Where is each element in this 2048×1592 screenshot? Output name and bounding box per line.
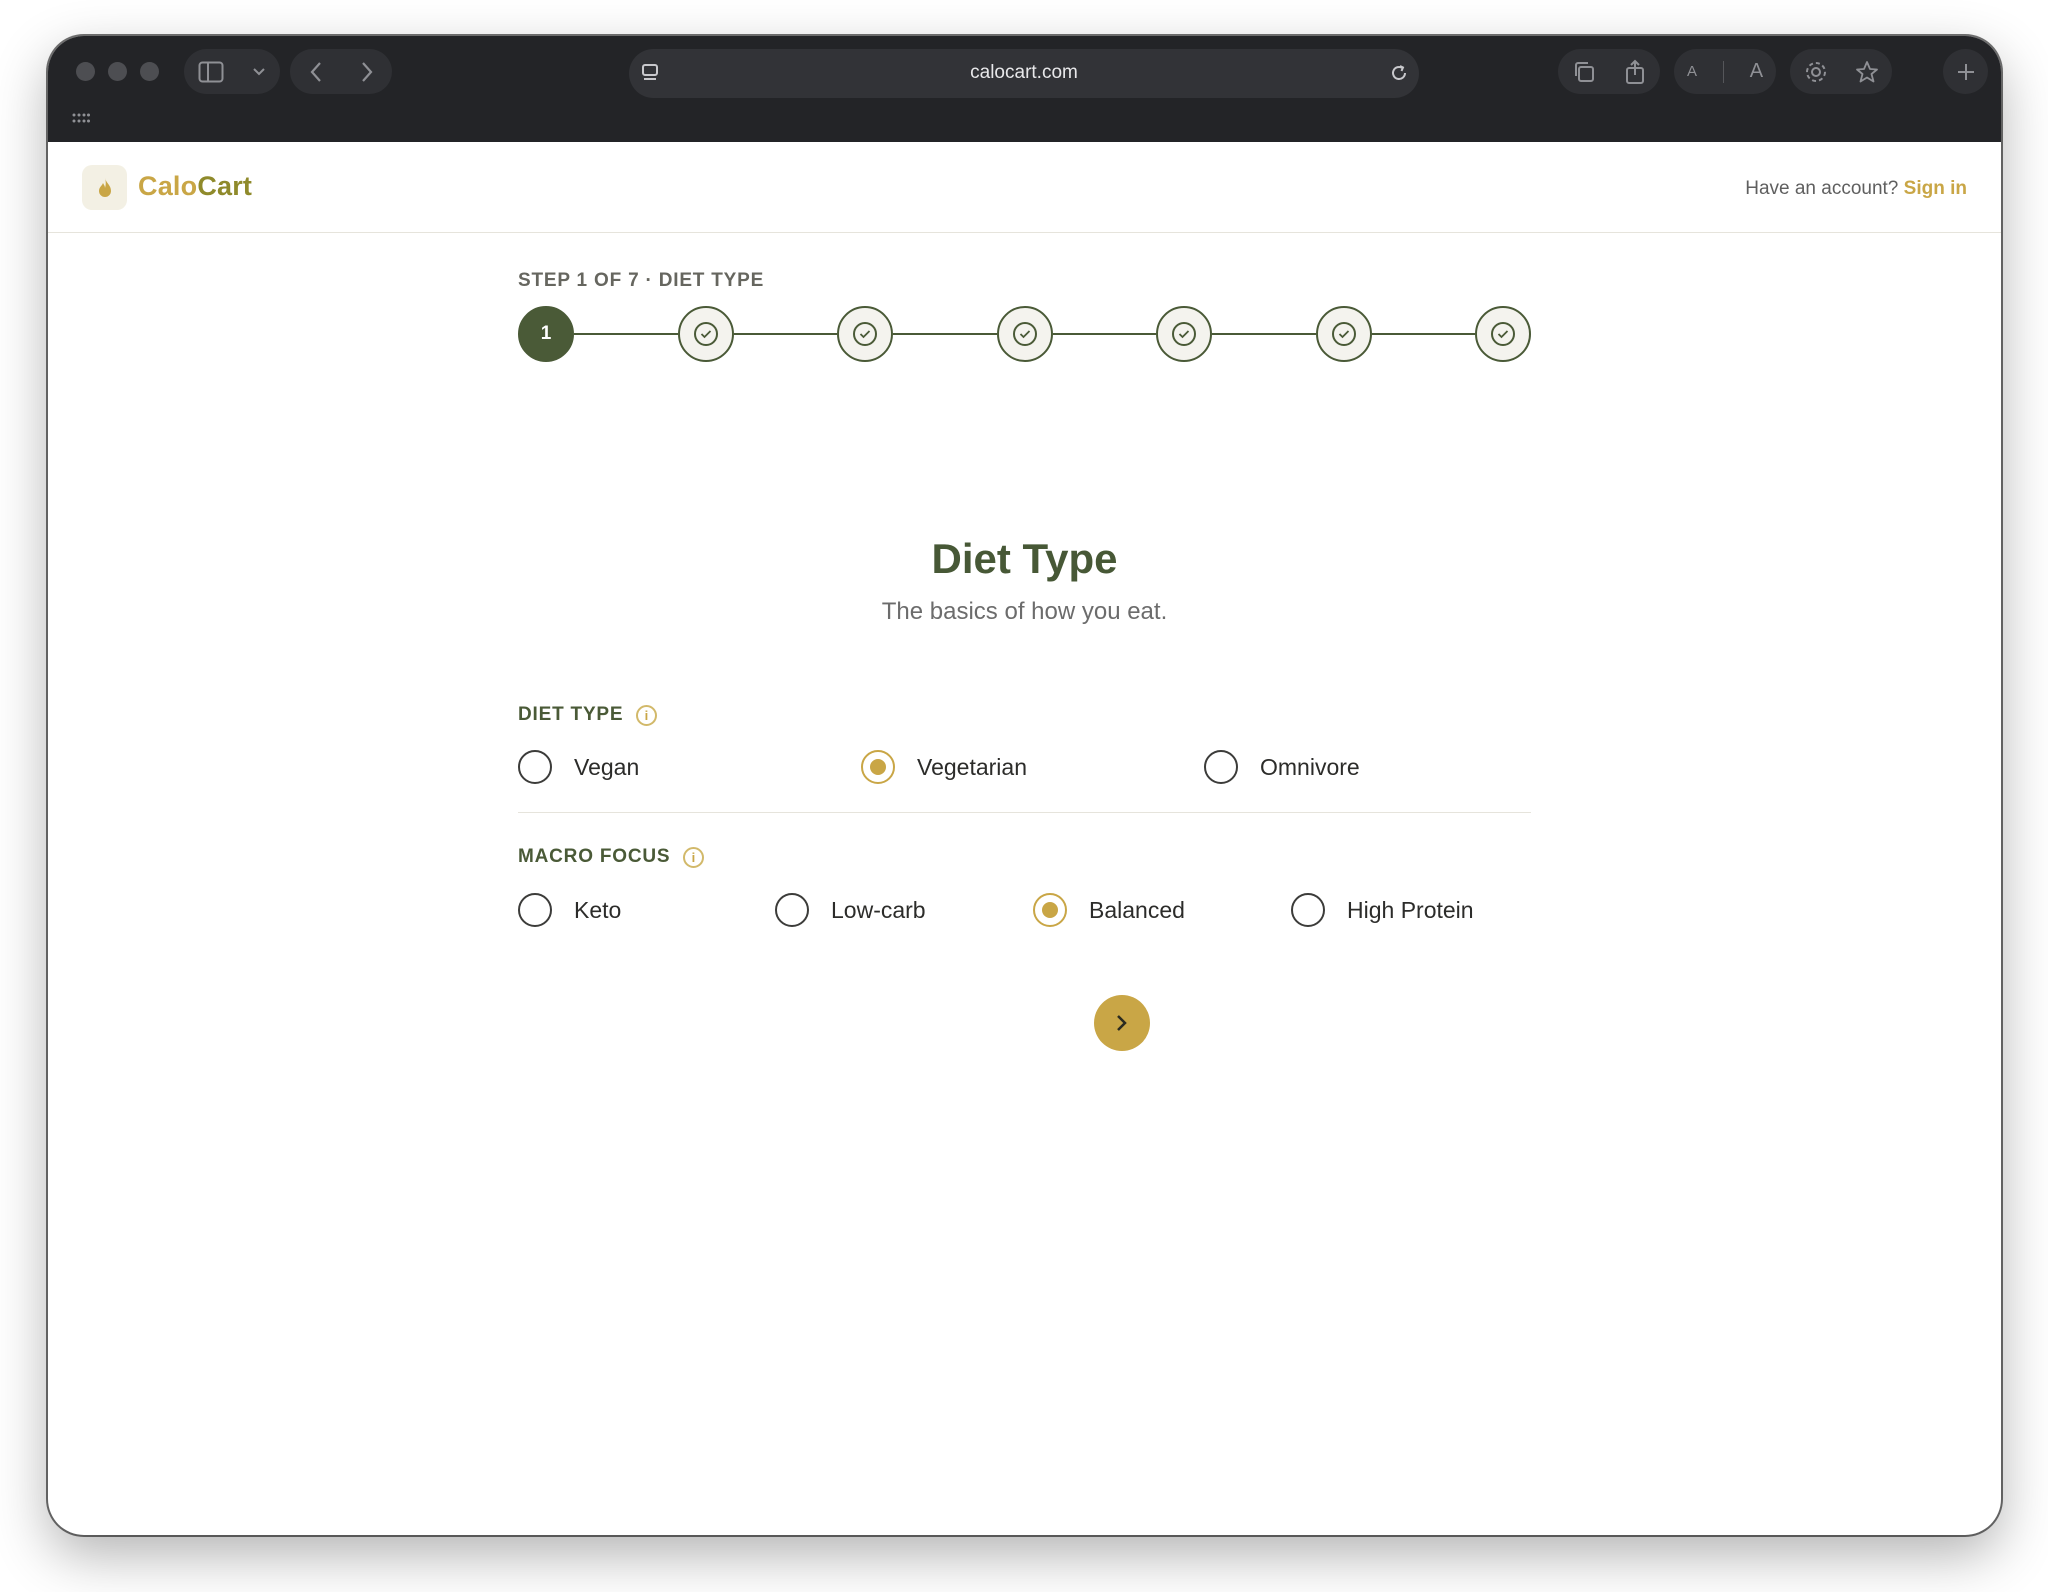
option-label: Balanced [1089,896,1185,923]
brand-name-part1: Calo [138,171,198,201]
radio-dot [870,759,886,775]
decrease-text-size-icon[interactable]: A [1687,63,1697,80]
flame-icon [98,177,111,197]
macro-option-balanced[interactable]: Balanced [1033,892,1185,928]
step-7-node[interactable] [1475,306,1531,362]
option-label: Vegetarian [917,753,1027,780]
step-1-node[interactable]: 1 [518,306,574,362]
step-5-node[interactable] [1156,306,1212,362]
brand-name[interactable]: CaloCart [138,171,252,202]
check-circle-icon [1013,322,1037,346]
next-button[interactable] [1094,995,1150,1051]
radio-button[interactable] [1291,893,1325,927]
diet-option-omnivore[interactable]: Omnivore [1204,749,1360,785]
progress-stepper: 1 [518,306,1531,362]
step-connector [1372,333,1475,335]
macro-option-high-protein[interactable]: High Protein [1291,892,1474,928]
star-icon[interactable] [1855,60,1879,84]
page-tools [1790,49,1892,94]
step-connector [1212,333,1316,335]
step-4-node[interactable] [997,306,1053,362]
sidebar-toggle-button[interactable] [184,49,280,94]
check-circle-icon [694,322,718,346]
account-prompt-area: Have an account? Sign in [1745,178,1967,200]
check-circle-icon [853,322,877,346]
section-divider [518,812,1531,813]
logo[interactable] [82,165,127,210]
step-1-number: 1 [540,323,552,344]
site-header: CaloCart Have an account? Sign in [48,142,2001,233]
option-label: Low-carb [831,896,926,923]
window-actions [1558,49,1660,94]
diet-type-label: DIET TYPE i [518,704,658,726]
new-tab-button[interactable] [1943,49,1988,94]
zoom-window-button[interactable] [140,62,159,81]
page-subtitle: The basics of how you eat. [881,598,1168,625]
option-label: High Protein [1347,896,1474,923]
diet-type-label-text: DIET TYPE [518,704,624,725]
gear-icon[interactable] [1804,60,1828,84]
macro-option-low-carb[interactable]: Low-carb [775,892,926,928]
radio-button-selected[interactable] [861,750,895,784]
account-prompt: Have an account? [1745,178,1899,199]
chevron-down-icon [253,67,265,75]
info-icon[interactable]: i [683,846,705,868]
sign-in-link[interactable]: Sign in [1904,178,1967,199]
url-text: calocart.com [970,62,1078,83]
radio-button[interactable] [775,893,809,927]
check-circle-icon [1172,322,1196,346]
diet-option-vegetarian[interactable]: Vegetarian [861,749,1027,785]
macro-focus-label-text: MACRO FOCUS [518,846,671,867]
macro-option-keto[interactable]: Keto [518,892,621,928]
step-2-node[interactable] [678,306,734,362]
close-window-button[interactable] [76,62,95,81]
browser-toolbar: calocart.com A A [48,36,2001,142]
radio-button[interactable] [518,893,552,927]
share-icon[interactable] [1624,59,1646,85]
plus-icon [1957,63,1974,80]
step-6-node[interactable] [1316,306,1372,362]
increase-text-size-icon[interactable]: A [1750,60,1763,83]
tab-overview-icon[interactable] [72,112,90,126]
address-bar[interactable]: calocart.com [629,49,1419,98]
macro-focus-label: MACRO FOCUS i [518,846,705,868]
reload-icon[interactable] [1389,63,1409,83]
browser-window: calocart.com A A CaloCart Have an accoun… [48,36,2001,1535]
step-connector [734,333,837,335]
onboarding-form: STEP 1 OF 7 · DIET TYPE 1 Diet Type The … [518,234,1531,1434]
history-nav [290,49,392,94]
info-icon[interactable]: i [636,704,658,726]
option-label: Omnivore [1260,753,1360,780]
radio-button[interactable] [1204,750,1238,784]
page-title: Diet Type [931,535,1118,582]
duplicate-tab-icon[interactable] [1572,60,1596,84]
sidebar-icon [198,61,224,82]
radio-button-selected[interactable] [1033,893,1067,927]
text-size-controls: A A [1674,49,1776,94]
check-circle-icon [1491,322,1515,346]
radio-button[interactable] [518,750,552,784]
text-size-divider [1722,60,1724,83]
option-label: Keto [574,896,622,923]
minimize-window-button[interactable] [108,62,127,81]
diet-option-vegan[interactable]: Vegan [518,749,639,785]
brand-name-part2: Cart [197,171,253,201]
step-connector [1053,333,1156,335]
chevron-right-icon [1117,1015,1127,1031]
forward-arrow-icon[interactable] [360,61,374,83]
back-arrow-icon[interactable] [309,61,323,83]
step-connector [893,333,997,335]
step-connector [574,333,678,335]
option-label: Vegan [574,753,640,780]
step-label: STEP 1 OF 7 · DIET TYPE [518,270,765,291]
step-3-node[interactable] [837,306,893,362]
radio-dot [1042,902,1058,918]
check-circle-icon [1332,322,1356,346]
